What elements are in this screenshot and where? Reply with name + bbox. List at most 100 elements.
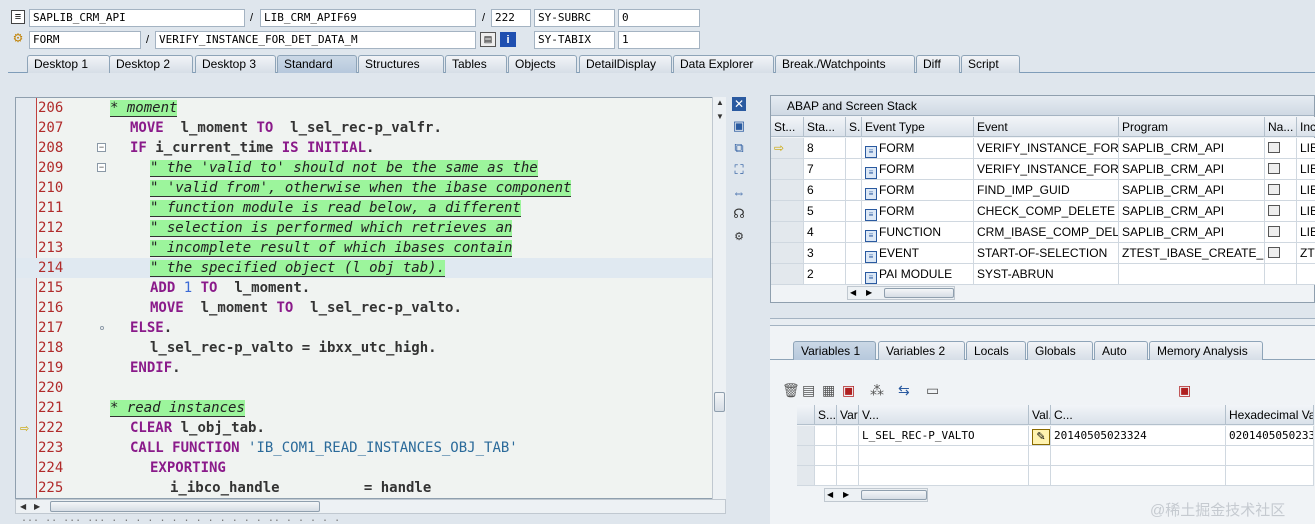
scroll-thumb[interactable] <box>714 392 725 412</box>
display-source-icon[interactable]: ▤ <box>480 32 496 47</box>
stack-event-type-cell[interactable]: ≡ PAI MODULE <box>862 264 974 285</box>
stack-status-cell[interactable]: ⇨ <box>771 138 804 159</box>
stack-status-cell[interactable] <box>771 243 804 264</box>
delete-icon[interactable]: 🗑 <box>782 382 800 399</box>
include-field[interactable]: LIB_CRM_APIF69 <box>260 9 476 27</box>
stack-column-header[interactable]: Event Type <box>862 117 974 137</box>
stack-column-header[interactable]: St... <box>771 117 804 137</box>
line-number[interactable]: 213 <box>38 238 80 258</box>
variable-cell[interactable] <box>837 426 859 446</box>
variable-column-header[interactable]: C... <box>1051 405 1226 425</box>
line-number[interactable]: 212 <box>38 218 80 238</box>
stack-include-cell[interactable]: ZTE <box>1297 243 1315 264</box>
navigate-icon[interactable] <box>1268 205 1280 216</box>
tab-detaildisplay[interactable]: DetailDisplay <box>579 55 672 73</box>
variable-cell[interactable] <box>1029 446 1051 466</box>
sysvar2-name-field[interactable]: SY-TABIX <box>534 31 615 49</box>
code-line[interactable]: 215 ADD 1 TO l_moment. <box>16 278 714 298</box>
variable-cell[interactable] <box>815 466 837 486</box>
navigate-icon[interactable] <box>1268 226 1280 237</box>
tab-auto[interactable]: Auto <box>1094 341 1148 360</box>
tab-desktop-2[interactable]: Desktop 2 <box>109 55 193 73</box>
stack-icon-cell[interactable] <box>846 201 862 222</box>
stack-level-cell[interactable]: 5 <box>804 201 846 222</box>
line-number[interactable]: 215 <box>38 278 80 298</box>
line-number[interactable]: 206 <box>38 98 80 118</box>
variable-cell[interactable] <box>815 446 837 466</box>
stack-horizontal-scrollbar[interactable]: ◀ ▶ <box>847 286 955 300</box>
tab-break-watchpoints[interactable]: Break./Watchpoints <box>775 55 915 73</box>
stack-column-header[interactable]: Na... <box>1265 117 1297 137</box>
panel-splitter[interactable] <box>770 318 1315 326</box>
stack-event-type-cell[interactable]: ≡ FUNCTION <box>862 222 974 243</box>
variable-column-header[interactable]: S... <box>815 405 837 425</box>
tab-desktop-1[interactable]: Desktop 1 <box>27 55 110 73</box>
stack-navigate-cell[interactable] <box>1265 138 1297 159</box>
stack-event-cell[interactable]: SYST-ABRUN <box>974 264 1119 285</box>
hierarchy-icon[interactable]: ⁂ <box>870 382 884 399</box>
scroll-thumb-h[interactable] <box>861 490 927 500</box>
variable-name-cell[interactable]: L_SEL_REC-P_VALTO <box>859 426 1029 446</box>
scroll-right-icon[interactable]: ▶ <box>843 490 849 499</box>
stack-navigate-cell[interactable] <box>1265 243 1297 264</box>
stack-program-cell[interactable]: ZTEST_IBASE_CREATE_... <box>1119 243 1265 264</box>
scroll-up-icon[interactable]: ▲ <box>716 98 724 107</box>
code-line[interactable]: ⇨ 222 CLEAR l_obj_tab. <box>16 418 714 438</box>
stack-event-type-cell[interactable]: ≡ FORM <box>862 201 974 222</box>
scroll-thumb-h[interactable] <box>50 501 320 512</box>
line-number[interactable]: 209 <box>38 158 80 178</box>
stack-level-cell[interactable]: 8 <box>804 138 846 159</box>
fold-toggle-icon[interactable]: − <box>97 143 106 152</box>
line-number[interactable]: 223 <box>38 438 80 458</box>
code-line[interactable]: 224 EXPORTING <box>16 458 714 478</box>
scroll-left-icon[interactable]: ◀ <box>827 490 833 499</box>
code-line[interactable]: 218 l_sel_rec-p_valto = ibxx_utc_high. <box>16 338 714 358</box>
code-line[interactable]: 219 ENDIF. <box>16 358 714 378</box>
stack-level-cell[interactable]: 2 <box>804 264 846 285</box>
change-value-cell[interactable]: ✎ <box>1029 426 1051 446</box>
folder-icon[interactable]: ▭ <box>926 382 939 399</box>
stack-event-type-cell[interactable]: ≡ FORM <box>862 180 974 201</box>
stack-include-cell[interactable]: LIB <box>1297 180 1315 201</box>
stack-include-cell[interactable]: LIB <box>1297 222 1315 243</box>
sysvar1-value-field[interactable]: 0 <box>618 9 700 27</box>
stack-icon-cell[interactable] <box>846 222 862 243</box>
scroll-down-icon[interactable]: ▼ <box>716 112 724 121</box>
stack-event-cell[interactable]: VERIFY_INSTANCE_FOR... <box>974 138 1119 159</box>
fold-toggle-icon[interactable]: − <box>97 163 106 172</box>
stack-include-cell[interactable]: LIB <box>1297 138 1315 159</box>
variable-cell[interactable] <box>1226 466 1314 486</box>
tab-memory-analysis[interactable]: Memory Analysis <box>1149 341 1263 360</box>
stack-navigate-cell[interactable] <box>1265 159 1297 180</box>
editor-vertical-scrollbar[interactable]: ▲ ▼ <box>712 97 726 499</box>
variable-column-header[interactable]: Val. <box>1029 405 1051 425</box>
variable-hex-cell[interactable]: 020140505023324C <box>1226 426 1314 446</box>
line-number[interactable]: 218 <box>38 338 80 358</box>
stack-include-cell[interactable] <box>1297 264 1315 285</box>
tab-tables[interactable]: Tables <box>445 55 507 73</box>
sysvar2-value-field[interactable]: 1 <box>618 31 700 49</box>
swap-icon[interactable]: ⇔ <box>729 183 749 201</box>
scroll-left-icon[interactable]: ◀ <box>850 288 856 297</box>
variable-cell[interactable] <box>797 466 815 486</box>
stack-event-type-cell[interactable]: ≡ FORM <box>862 138 974 159</box>
info-icon[interactable]: i <box>500 32 516 47</box>
type-field[interactable]: FORM <box>29 31 141 49</box>
variable-column-header[interactable]: Variable <box>837 405 859 425</box>
stack-level-cell[interactable]: 3 <box>804 243 846 264</box>
line-number[interactable]: 222 <box>38 418 80 438</box>
line-number[interactable]: 216 <box>38 298 80 318</box>
tab-variables-2[interactable]: Variables 2 <box>878 341 965 360</box>
code-line[interactable]: 211 " function module is read below, a di… <box>16 198 714 218</box>
stack-icon-cell[interactable] <box>846 264 862 285</box>
stack-navigate-cell[interactable] <box>1265 264 1297 285</box>
stack-event-type-cell[interactable]: ≡ EVENT <box>862 243 974 264</box>
table-view-icon[interactable]: ▦ <box>822 382 835 399</box>
line-number[interactable]: 221 <box>38 398 80 418</box>
tab-standard[interactable]: Standard <box>277 55 357 73</box>
variable-column-header[interactable]: V... <box>859 405 1029 425</box>
new-tool-icon[interactable]: ▣ <box>729 117 749 135</box>
tab-locals[interactable]: Locals <box>966 341 1026 360</box>
program-field[interactable]: SAPLIB_CRM_API <box>29 9 245 27</box>
replace-tool-icon[interactable]: ⧉ <box>729 139 749 157</box>
